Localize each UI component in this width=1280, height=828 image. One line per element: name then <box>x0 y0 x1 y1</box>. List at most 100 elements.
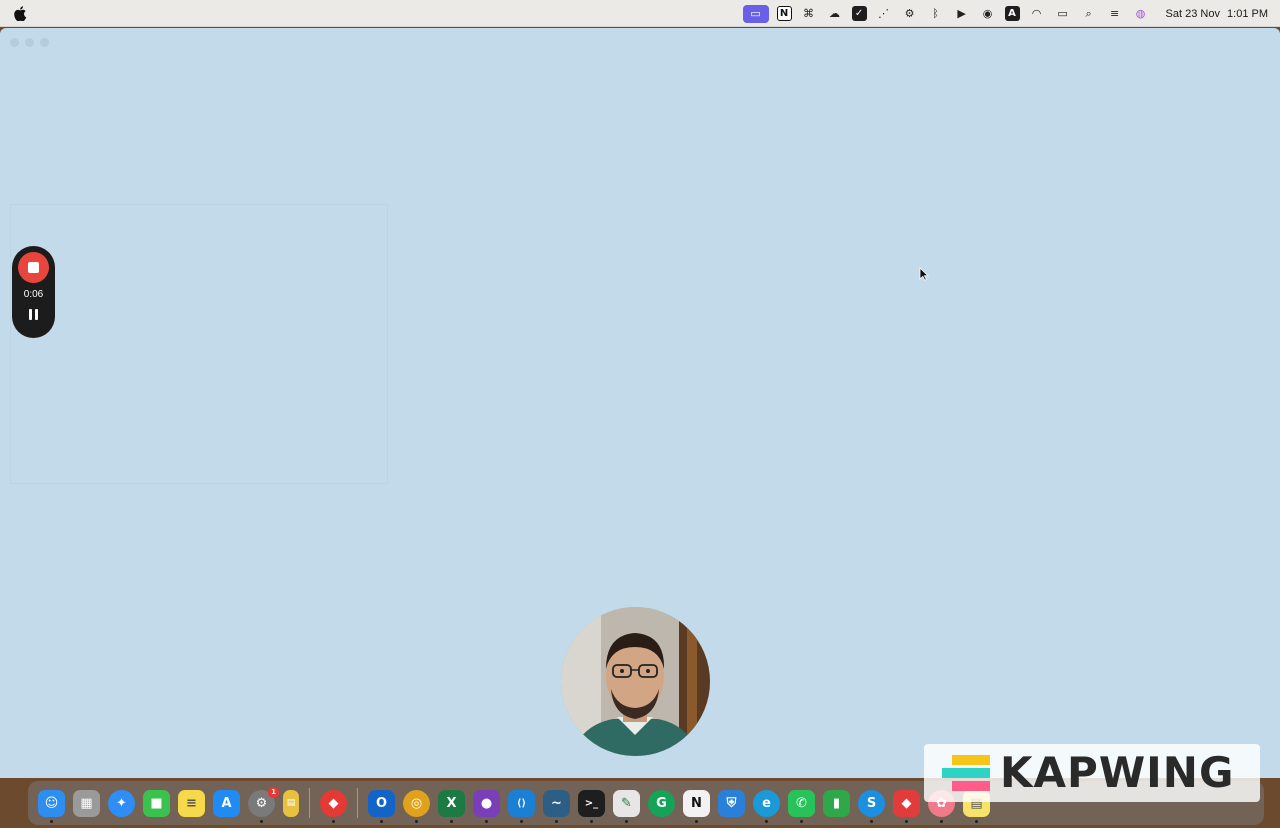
facetime-icon: ■ <box>150 795 163 811</box>
running-indicator <box>590 819 593 823</box>
whatsapp-icon: ✆ <box>796 795 807 811</box>
dock-app-whatsapp[interactable]: ✆ <box>788 789 815 823</box>
anydesk-icon: ◆ <box>328 795 339 811</box>
excel-icon: X <box>446 795 457 811</box>
faint-panel-outline <box>10 204 388 484</box>
dock-app-anydesk-2[interactable]: ◆ <box>893 789 920 823</box>
gear-icon: ⚙ <box>255 795 268 811</box>
dock-app-grammarly[interactable]: G <box>648 789 675 817</box>
control-center-icon[interactable]: ≡ <box>1106 5 1124 23</box>
notification-badge: 1 <box>268 786 279 798</box>
notion-icon: N <box>691 795 702 811</box>
running-indicator <box>975 819 978 823</box>
bitwarden-icon: ⛨ <box>726 795 737 811</box>
running-indicator <box>520 819 523 823</box>
menu-bar-status-area: ▭ N ⌘ ☁ ✓ ⋰ ⚙ ᛒ ▶ ◉ A ◠ ▭ ⌕ ≡ ◍ Sat 23 N… <box>739 0 1280 27</box>
battery-icon[interactable]: ▭ <box>1054 5 1072 23</box>
dock-app-system-settings[interactable]: ⚙ 1 <box>248 786 279 823</box>
clock-time: 1:01 PM <box>1227 7 1268 20</box>
dock-separator <box>309 788 310 818</box>
safari-icon: ✦ <box>116 795 127 811</box>
cloud-sync-icon[interactable]: ☁ <box>826 5 844 23</box>
clock-date: Sat 23 Nov <box>1165 7 1220 20</box>
running-indicator <box>800 819 803 823</box>
user-circle-icon[interactable]: ◉ <box>979 5 997 23</box>
dock-app-bitwarden[interactable]: ⛨ <box>718 789 745 817</box>
dock-app-github-desktop[interactable]: ● <box>473 789 500 823</box>
textedit-icon: ✎ <box>621 795 632 811</box>
dock-app-textedit[interactable]: ✎ <box>613 789 640 823</box>
running-indicator <box>905 819 908 823</box>
minimize-window-button[interactable] <box>25 38 34 47</box>
dock-app-edge[interactable]: e <box>753 789 780 823</box>
notes-icon: ≡ <box>186 795 197 811</box>
dots-icon[interactable]: ⋰ <box>875 5 893 23</box>
dock-app-app-store[interactable]: A <box>213 789 240 817</box>
dock-app-vscode[interactable]: ⟨⟩ <box>508 789 535 823</box>
dock-app-notes[interactable]: ≡ <box>178 789 205 817</box>
chrome-icon: ◎ <box>410 795 423 811</box>
wifi-icon[interactable]: ◠ <box>1028 5 1046 23</box>
mysql-workbench-icon: ~ <box>551 795 562 811</box>
stop-recording-button[interactable] <box>18 252 49 283</box>
bluetooth-icon[interactable]: ᛒ <box>927 5 945 23</box>
spotlight-search-icon[interactable]: ⌕ <box>1080 5 1098 23</box>
task-check-icon[interactable]: ✓ <box>851 6 867 21</box>
dock-app-excel[interactable]: X <box>438 789 465 823</box>
gear-icon[interactable]: ⚙ <box>901 5 919 23</box>
dock-app-safari[interactable]: ✦ <box>108 789 135 817</box>
running-indicator <box>485 819 488 823</box>
menu-bar-clock[interactable]: Sat 23 Nov 1:01 PM <box>1162 8 1268 20</box>
numbers-icon: ▮ <box>832 795 841 811</box>
running-indicator <box>870 819 873 823</box>
dock-app-outlook[interactable]: O <box>368 789 395 823</box>
siri-icon[interactable]: ◍ <box>1132 5 1150 23</box>
dock-separator <box>357 788 358 818</box>
apple-logo-icon[interactable] <box>13 6 27 21</box>
running-indicator <box>695 819 698 823</box>
running-indicator <box>260 819 263 823</box>
stickies-icon: ▤ <box>286 798 296 808</box>
dock-app-anydesk[interactable]: ◆ <box>320 789 347 823</box>
watermark-text: KAPWING <box>1000 748 1235 797</box>
pause-recording-button[interactable] <box>27 307 41 321</box>
pause-icon-bar <box>35 308 38 320</box>
running-indicator <box>50 819 53 823</box>
anydesk-icon: ◆ <box>901 795 912 811</box>
stop-icon <box>28 262 39 273</box>
finder-icon: ☺ <box>44 795 59 811</box>
play-circle-icon[interactable]: ▶ <box>953 5 971 23</box>
grammarly-icon: G <box>656 795 667 811</box>
app-store-icon: A <box>221 795 232 811</box>
dock-app-stickies[interactable]: ▤ <box>283 789 299 817</box>
grammar-menu-icon[interactable]: ⌘ <box>800 5 818 23</box>
notion-menu-icon[interactable]: N <box>776 6 792 21</box>
dock-app-notion[interactable]: N <box>683 789 710 823</box>
webcam-bubble[interactable] <box>561 607 710 756</box>
running-indicator <box>450 819 453 823</box>
dock-app-skype[interactable]: S <box>858 789 885 823</box>
dock-app-mysql-workbench[interactable]: ~ <box>543 789 570 823</box>
dock-app-terminal[interactable]: >_ <box>578 789 605 823</box>
dock-app-finder[interactable]: ☺ <box>38 789 65 823</box>
close-window-button[interactable] <box>10 38 19 47</box>
zoom-window-button[interactable] <box>40 38 49 47</box>
input-source-icon[interactable]: A <box>1004 6 1020 21</box>
dock-app-chrome[interactable]: ◎ <box>403 789 430 823</box>
dock-app-launchpad[interactable]: ▦ <box>73 789 100 817</box>
menu-bar: ▭ N ⌘ ☁ ✓ ⋰ ⚙ ᛒ ▶ ◉ A ◠ ▭ ⌕ ≡ ◍ Sat 23 N… <box>0 0 1280 27</box>
github-icon: ● <box>480 795 493 811</box>
dock-app-facetime[interactable]: ■ <box>143 789 170 817</box>
vscode-icon: ⟨⟩ <box>516 797 527 809</box>
recording-controls: 0:06 <box>12 246 55 338</box>
running-indicator <box>415 819 418 823</box>
screen-recorder-icon[interactable]: ▭ <box>742 4 769 23</box>
dock-app-numbers[interactable]: ▮ <box>823 789 850 817</box>
outlook-icon: O <box>375 795 388 811</box>
running-indicator <box>940 819 943 823</box>
running-indicator <box>555 819 558 823</box>
running-indicator <box>765 819 768 823</box>
recording-timer: 0:06 <box>23 289 44 300</box>
skype-icon: S <box>866 795 877 811</box>
kapwing-watermark: KAPWING <box>924 744 1260 802</box>
